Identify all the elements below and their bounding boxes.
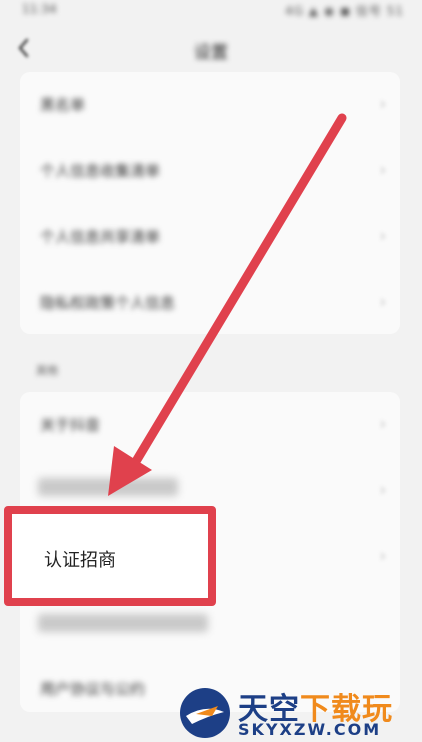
watermark-domain: SKYXZW.COM bbox=[238, 720, 382, 739]
highlight-certified-merchant[interactable]: 认证招商 bbox=[4, 506, 216, 606]
settings-row-privacy-policy[interactable]: 隐私权政策个人信息 › bbox=[20, 270, 400, 336]
chevron-right-icon: › bbox=[379, 94, 386, 113]
settings-row-info-sharing[interactable]: 个人信息共享清单 › bbox=[20, 204, 400, 270]
status-time: 11:34 bbox=[22, 2, 57, 16]
watermark: 天空下载玩 SKYXZW.COM bbox=[176, 684, 422, 742]
chevron-right-icon: › bbox=[379, 480, 386, 499]
row-label: 用户协议与公约 bbox=[40, 680, 146, 698]
page-title: 设置 bbox=[194, 43, 228, 63]
redacted-row-label bbox=[38, 478, 178, 496]
row-label: 隐私权政策个人信息 bbox=[40, 294, 176, 312]
row-label: 关于抖音 bbox=[40, 416, 101, 434]
chevron-right-icon: › bbox=[379, 546, 386, 565]
row-label: 黑名单 bbox=[40, 96, 86, 114]
status-indicators: 4G ▲ ◉ ◼ 信号 51 bbox=[285, 4, 404, 18]
settings-row-about[interactable]: 关于抖音 › bbox=[20, 392, 400, 458]
app-header: 设置 bbox=[0, 26, 422, 74]
status-bar: 11:34 4G ▲ ◉ ◼ 信号 51 bbox=[0, 0, 422, 24]
chevron-right-icon: › bbox=[379, 414, 386, 433]
settings-row-info-collection[interactable]: 个人信息收集清单 › bbox=[20, 138, 400, 204]
settings-row-blacklist[interactable]: 黑名单 › bbox=[20, 72, 400, 138]
section-label-other: 其他 bbox=[36, 364, 58, 377]
chevron-right-icon: › bbox=[379, 226, 386, 245]
settings-group-privacy: 黑名单 › 个人信息收集清单 › 个人信息共享清单 › 隐私权政策个人信息 › bbox=[20, 72, 400, 334]
chevron-right-icon: › bbox=[379, 160, 386, 179]
row-label: 个人信息收集清单 bbox=[40, 162, 161, 180]
certified-merchant-label: 认证招商 bbox=[44, 550, 116, 571]
row-label: 个人信息共享清单 bbox=[40, 228, 161, 246]
chevron-right-icon: › bbox=[379, 292, 386, 311]
redacted-row-label bbox=[38, 614, 208, 632]
watermark-logo-icon bbox=[180, 688, 230, 738]
